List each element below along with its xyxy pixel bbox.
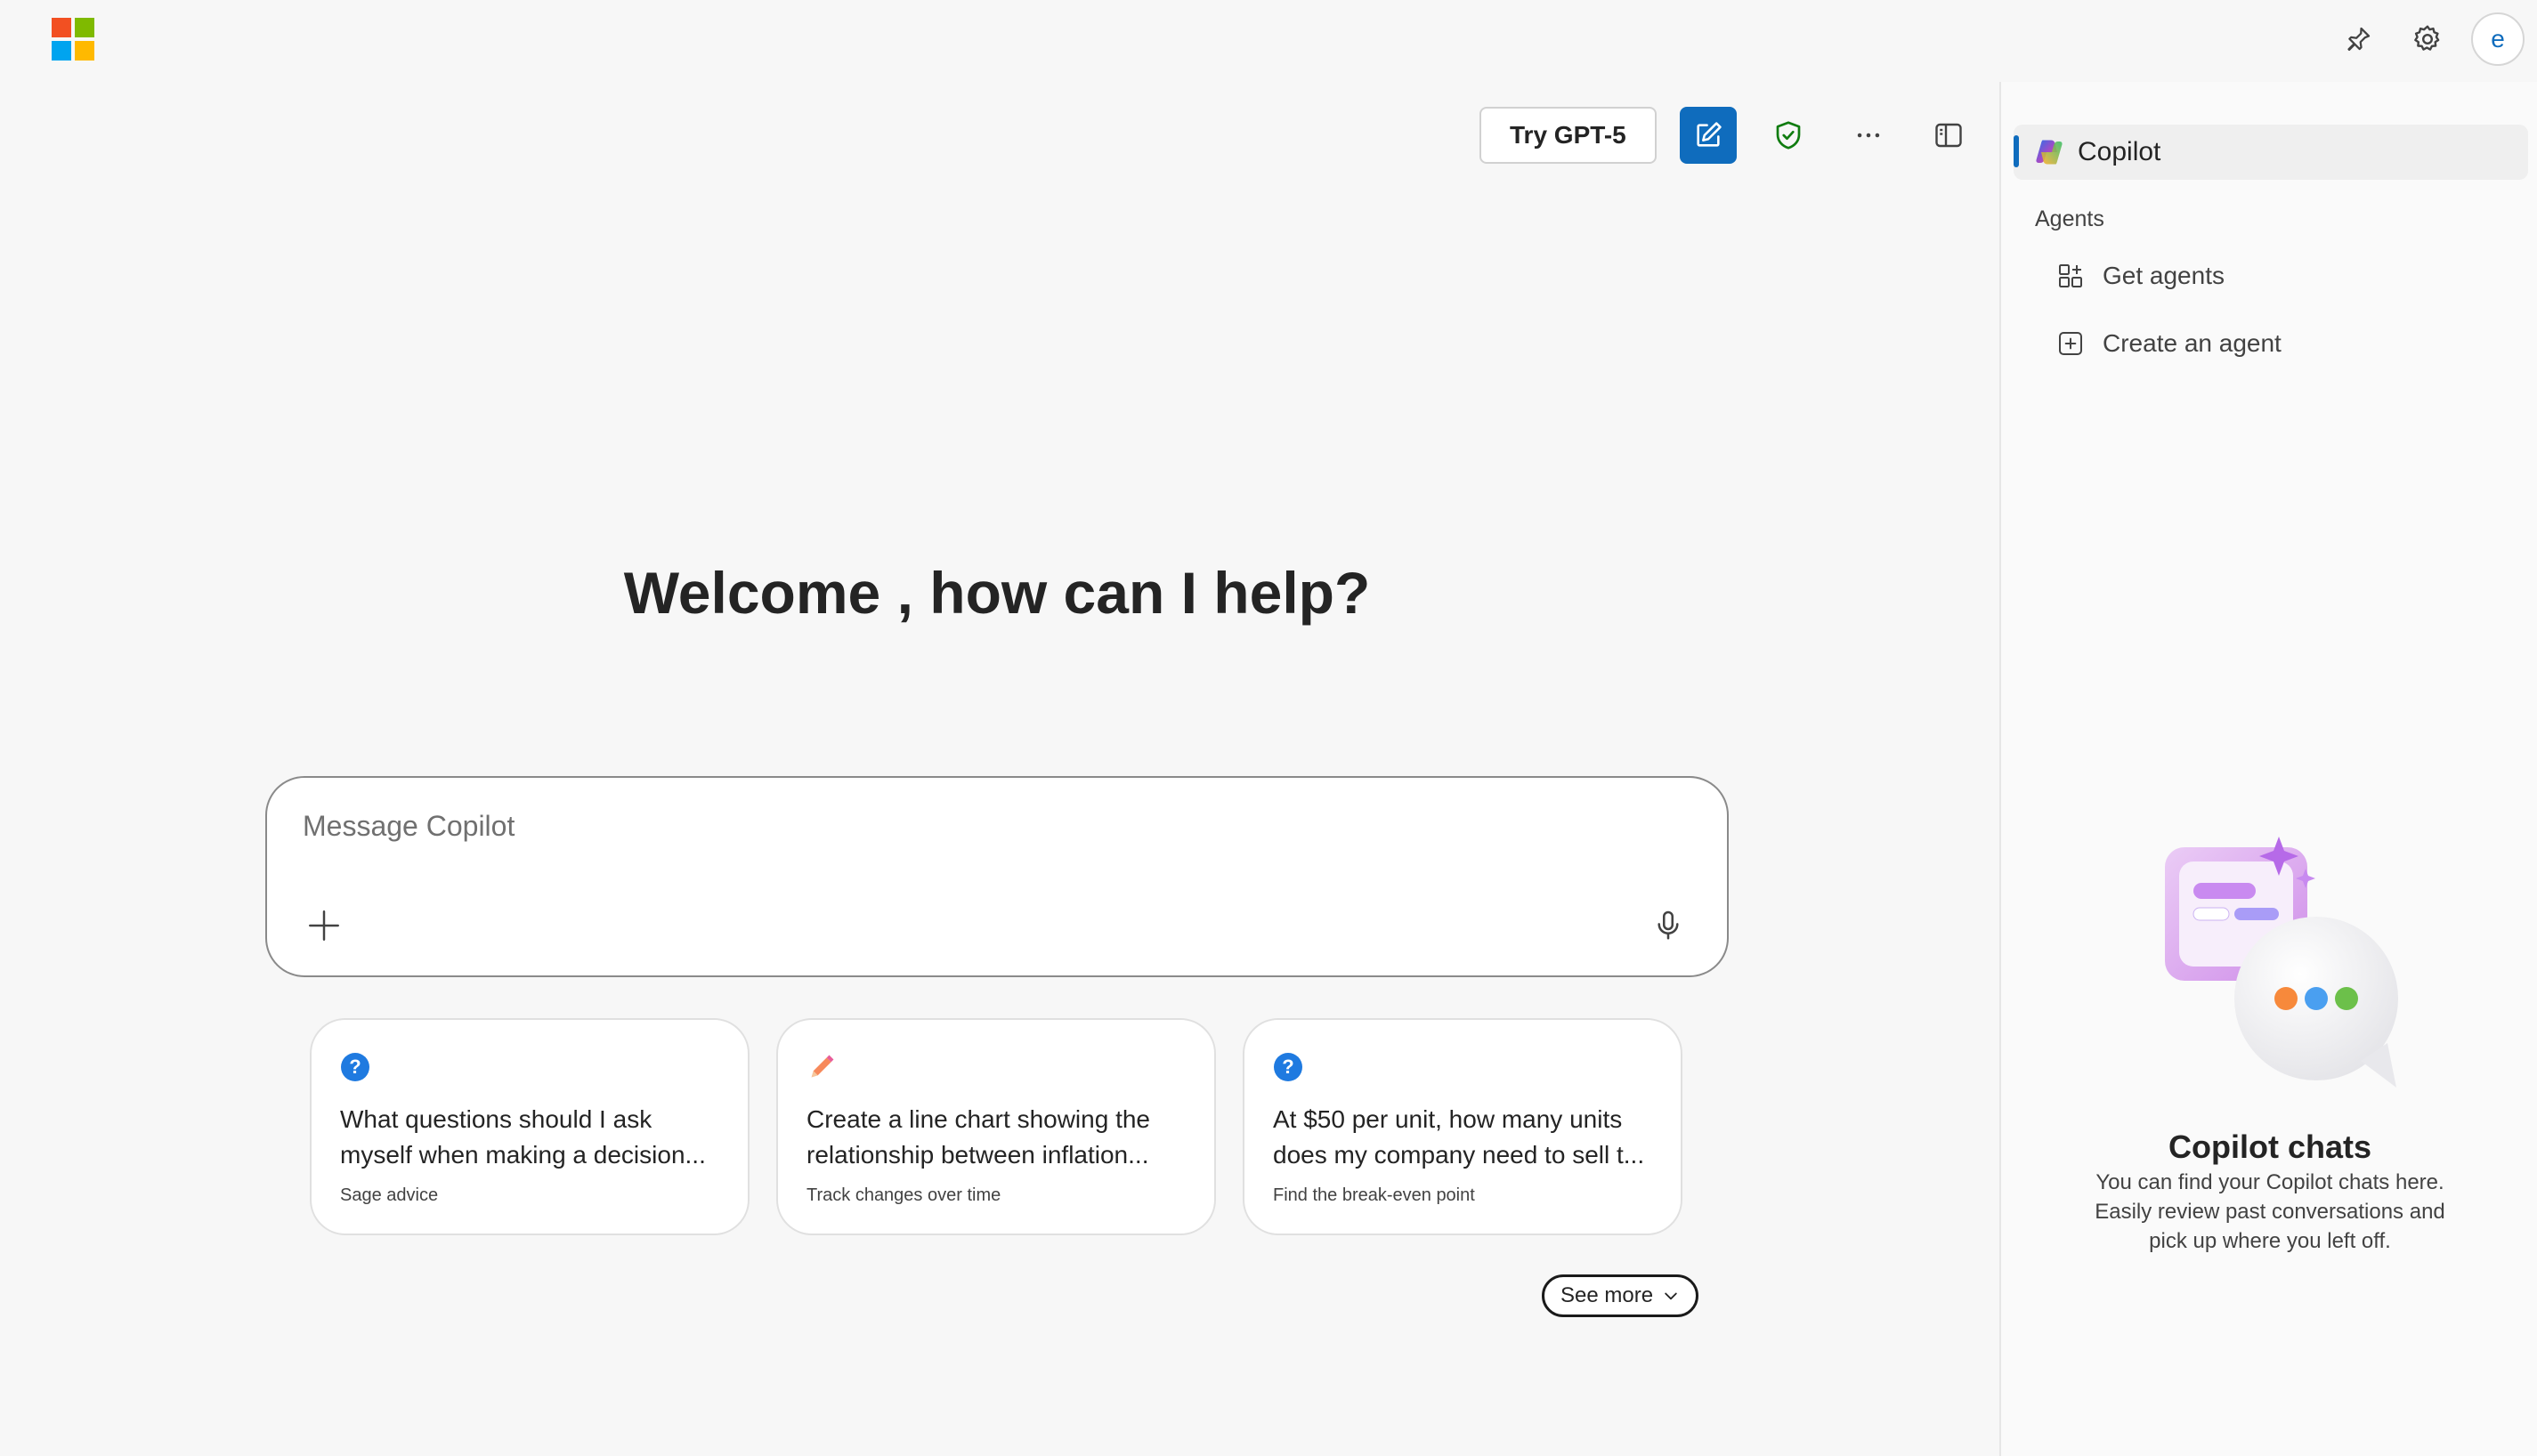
more-horizontal-icon [1857,133,1879,138]
logo-yellow-square [75,41,94,61]
logo-blue-square [52,41,71,61]
avatar[interactable]: e [2471,12,2525,66]
chat-toolbar: Try GPT-5 [1479,107,1977,164]
message-input[interactable] [303,810,1549,843]
microphone-icon [1658,910,1679,940]
settings-button[interactable] [2402,13,2453,65]
card-subtitle: Track changes over time [806,1185,1001,1205]
agents-heading: Agents [2035,206,2104,231]
create-agent-button[interactable]: Create an agent [2056,329,2282,358]
pencil-icon [806,1052,837,1082]
compose-icon [1697,122,1722,147]
message-composer [265,776,1729,977]
see-more-label: See more [1560,1283,1654,1307]
see-more-button[interactable]: See more [1542,1274,1699,1317]
try-gpt5-button[interactable]: Try GPT-5 [1479,107,1657,164]
panel-icon [1935,123,1962,148]
pin-button[interactable] [2332,13,2384,65]
welcome-heading: Welcome , how can I help? [623,560,1371,626]
avatar-initial: e [2491,25,2505,53]
chats-empty-description: You can find your Copilot chats here. Ea… [2095,1170,2445,1253]
card-title: Create a line chart showing the relation… [806,1105,1150,1169]
chats-empty-title: Copilot chats [2168,1128,2371,1165]
question-icon: ? [340,1052,370,1082]
question-icon: ? [1273,1052,1303,1082]
create-agent-label: Create an agent [2103,329,2282,357]
logo-red-square [52,18,71,37]
get-agents-label: Get agents [2103,262,2225,289]
shield-check-icon [1776,121,1801,150]
suggestion-card[interactable]: ? What questions should I ask myself whe… [310,1018,750,1235]
suggestion-card[interactable]: Create a line chart showing the relation… [776,1018,1216,1235]
top-right-controls: e [2332,12,2525,66]
add-square-icon [2059,332,2082,355]
sidebar-item-copilot[interactable]: Copilot [2014,125,2528,180]
plus-icon [309,910,339,941]
copilot-logo-icon [2036,140,2063,165]
apps-add-icon [2059,264,2082,287]
security-button[interactable] [1760,107,1817,164]
microsoft-logo[interactable] [52,18,94,61]
card-subtitle: Find the break-even point [1273,1185,1475,1205]
logo-green-square [75,18,94,37]
card-title: What questions should I ask myself when … [340,1105,706,1169]
microphone-button[interactable] [1643,901,1693,950]
suggestion-cards: ? What questions should I ask myself whe… [310,1018,1682,1235]
card-title: At $50 per unit, how many units does my … [1273,1105,1645,1169]
selected-indicator [2014,135,2019,167]
pin-icon [2347,27,2371,52]
chevron-down-icon [1665,1292,1677,1300]
add-attachment-button[interactable] [299,901,349,950]
card-subtitle: Sage advice [340,1185,439,1205]
get-agents-button[interactable]: Get agents [2056,262,2225,290]
chats-illustration [2165,837,2398,1088]
more-options-button[interactable] [1840,107,1897,164]
side-panel: Copilot Agents Get agents Create an agen… [1999,82,2537,1456]
copilot-label: Copilot [2078,137,2161,166]
suggestion-card[interactable]: ? At $50 per unit, how many units does m… [1243,1018,1682,1235]
toggle-panel-button[interactable] [1920,107,1977,164]
copilot-app: e Try GPT-5 Welcome , how can I help? ? … [0,0,2537,1456]
gear-icon [2414,25,2440,51]
new-chat-button[interactable] [1679,107,1737,164]
